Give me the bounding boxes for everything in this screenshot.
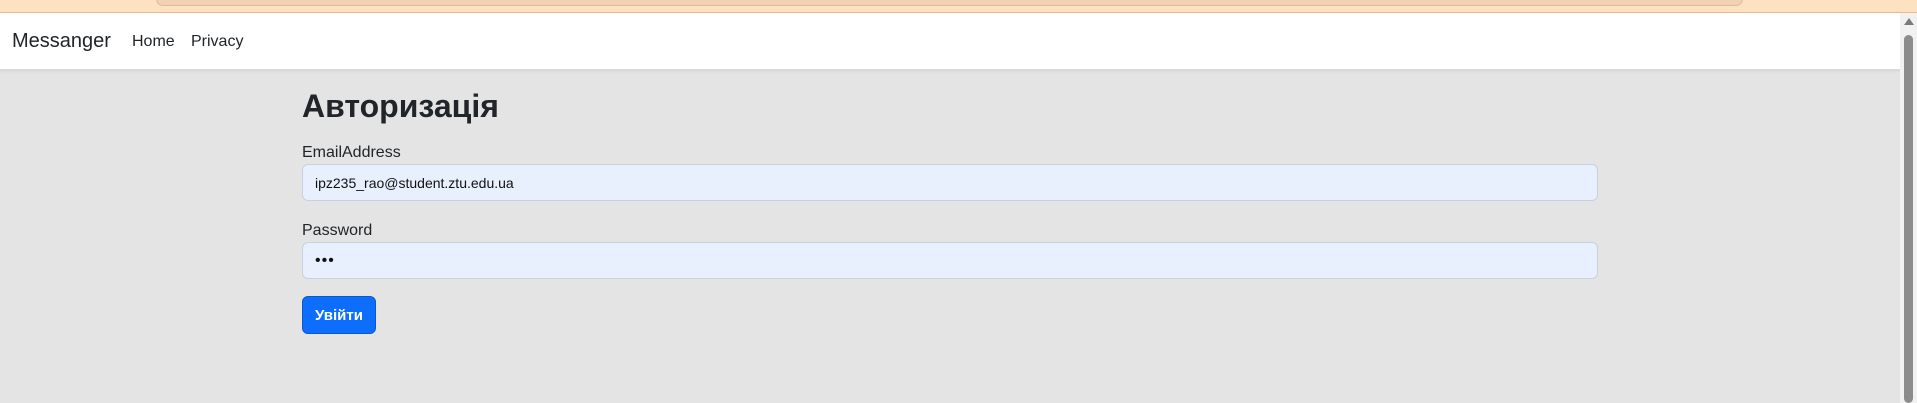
password-field[interactable] — [302, 242, 1598, 279]
scroll-thumb[interactable] — [1904, 35, 1913, 403]
browser-top-strip — [0, 0, 1917, 13]
nav-link-home[interactable]: Home — [132, 32, 175, 52]
login-form-container: Авторизація EmailAddress Password Увійти — [302, 86, 1600, 334]
navbar-brand[interactable]: Messanger — [12, 29, 111, 53]
browser-top-pill — [156, 0, 1743, 6]
login-button[interactable]: Увійти — [302, 296, 376, 334]
email-field[interactable] — [302, 164, 1598, 201]
nav-link-privacy[interactable]: Privacy — [191, 32, 243, 52]
navbar: Messanger Home Privacy — [0, 13, 1900, 70]
email-label: EmailAddress — [302, 144, 401, 161]
vertical-scrollbar[interactable] — [1900, 13, 1917, 403]
scroll-up-arrow-icon[interactable] — [1904, 18, 1914, 25]
password-label: Password — [302, 222, 373, 239]
page-title: Авторизація — [302, 88, 499, 124]
